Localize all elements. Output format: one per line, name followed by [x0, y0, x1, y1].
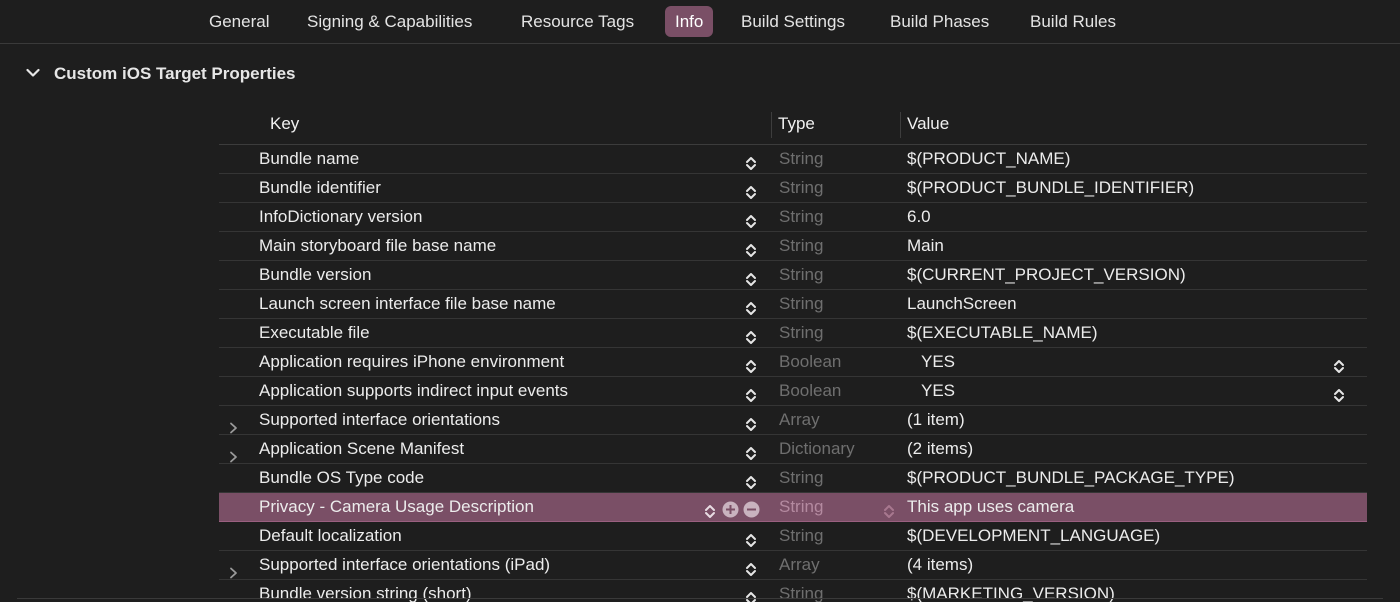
row-type[interactable]: String — [779, 203, 823, 231]
row-key[interactable]: Main storyboard file base name — [259, 232, 496, 260]
row-value[interactable]: $(PRODUCT_BUNDLE_PACKAGE_TYPE) — [907, 464, 1235, 492]
row-value[interactable]: (2 items) — [907, 435, 973, 463]
tab-general[interactable]: General — [199, 6, 279, 37]
table-row[interactable]: Application supports indirect input even… — [219, 377, 1367, 406]
row-type[interactable]: Boolean — [779, 348, 841, 376]
column-header-type[interactable]: Type — [778, 106, 815, 144]
info-plist-editor: General Signing & Capabilities Resource … — [0, 0, 1400, 602]
tab-signing-capabilities[interactable]: Signing & Capabilities — [297, 6, 482, 37]
table-row[interactable]: Supported interface orientations (iPad) A… — [219, 551, 1367, 580]
row-key[interactable]: Default localization — [259, 522, 402, 550]
row-type[interactable]: String — [779, 464, 823, 492]
table-row[interactable]: Application requires iPhone environment B… — [219, 348, 1367, 377]
row-key[interactable]: Application Scene Manifest — [259, 435, 464, 463]
row-value[interactable]: YES — [921, 377, 955, 405]
row-type[interactable]: String — [779, 174, 823, 202]
column-divider[interactable] — [900, 112, 901, 138]
row-key[interactable]: Application requires iPhone environment — [259, 348, 564, 376]
table-row[interactable]: Bundle identifier String $(PRODUCT_BUNDLE_… — [219, 174, 1367, 203]
table-row[interactable]: Supported interface orientations Array (1 … — [219, 406, 1367, 435]
row-type[interactable]: String — [779, 493, 823, 521]
table-row[interactable]: Bundle name String $(PRODUCT_NAME) — [219, 145, 1367, 174]
row-value[interactable]: $(PRODUCT_NAME) — [907, 145, 1070, 173]
row-key[interactable]: Supported interface orientations — [259, 406, 500, 434]
key-popup-stepper-icon[interactable] — [745, 587, 757, 602]
row-key[interactable]: Privacy - Camera Usage Description — [259, 493, 534, 521]
row-type[interactable]: String — [779, 232, 823, 260]
row-type[interactable]: String — [779, 261, 823, 289]
row-key[interactable]: Launch screen interface file base name — [259, 290, 556, 318]
table-header: Key Type Value — [219, 106, 1367, 145]
table-row[interactable]: Bundle OS Type code String $(PRODUCT_BUNDL… — [219, 464, 1367, 493]
table-row[interactable]: Bundle version String $(CURRENT_PROJECT_VE… — [219, 261, 1367, 290]
table-body: Bundle name String $(PRODUCT_NAME) Bundle i… — [219, 145, 1367, 602]
row-value[interactable]: $(PRODUCT_BUNDLE_IDENTIFIER) — [907, 174, 1194, 202]
table-row[interactable]: InfoDictionary version String 6.0 — [219, 203, 1367, 232]
section-title: Custom iOS Target Properties — [54, 64, 296, 83]
divider — [17, 598, 1383, 599]
tab-resource-tags[interactable]: Resource Tags — [511, 6, 644, 37]
row-value[interactable]: (1 item) — [907, 406, 965, 434]
column-divider[interactable] — [771, 112, 772, 138]
row-type[interactable]: Dictionary — [779, 435, 855, 463]
row-value[interactable]: YES — [921, 348, 955, 376]
row-type[interactable]: Array — [779, 551, 820, 579]
tab-build-settings[interactable]: Build Settings — [731, 6, 855, 37]
tab-build-rules[interactable]: Build Rules — [1020, 6, 1126, 37]
row-type[interactable]: String — [779, 145, 823, 173]
table-row[interactable]: Application Scene Manifest Dictionary (2 i… — [219, 435, 1367, 464]
row-type[interactable]: String — [779, 522, 823, 550]
row-type[interactable]: String — [779, 319, 823, 347]
tab-build-phases[interactable]: Build Phases — [880, 6, 999, 37]
row-key[interactable]: InfoDictionary version — [259, 203, 422, 231]
column-header-value[interactable]: Value — [907, 106, 949, 144]
row-value[interactable]: Main — [907, 232, 944, 260]
row-type[interactable]: Boolean — [779, 377, 841, 405]
row-key[interactable]: Application supports indirect input even… — [259, 377, 568, 405]
table-row[interactable]: Launch screen interface file base name St… — [219, 290, 1367, 319]
row-value[interactable]: This app uses camera — [907, 493, 1074, 521]
row-value[interactable]: 6.0 — [907, 203, 931, 231]
table-row[interactable]: Default localization String $(DEVELOPMENT_… — [219, 522, 1367, 551]
row-key[interactable]: Bundle version — [259, 261, 371, 289]
row-value[interactable]: $(EXECUTABLE_NAME) — [907, 319, 1098, 347]
row-key[interactable]: Bundle name — [259, 145, 359, 173]
table-row[interactable]: Main storyboard file base name String Main — [219, 232, 1367, 261]
row-value[interactable]: $(CURRENT_PROJECT_VERSION) — [907, 261, 1186, 289]
row-value[interactable]: $(DEVELOPMENT_LANGUAGE) — [907, 522, 1160, 550]
row-key[interactable]: Bundle identifier — [259, 174, 381, 202]
row-value[interactable]: LaunchScreen — [907, 290, 1017, 318]
table-row[interactable]: Privacy - Camera Usage Description String… — [219, 493, 1367, 522]
row-key[interactable]: Bundle OS Type code — [259, 464, 424, 492]
table-row[interactable]: Executable file String $(EXECUTABLE_NAME) — [219, 319, 1367, 348]
row-type[interactable]: Array — [779, 406, 820, 434]
tab-info[interactable]: Info — [665, 6, 714, 37]
properties-table: Key Type Value Bundle name String $(PRODUC… — [219, 106, 1367, 602]
row-key[interactable]: Executable file — [259, 319, 370, 347]
target-tab-bar: General Signing & Capabilities Resource … — [0, 0, 1400, 44]
column-header-key[interactable]: Key — [270, 106, 299, 144]
row-type[interactable]: String — [779, 290, 823, 318]
chevron-down-icon[interactable] — [26, 68, 40, 78]
row-key[interactable]: Supported interface orientations (iPad) — [259, 551, 550, 579]
row-value[interactable]: (4 items) — [907, 551, 973, 579]
